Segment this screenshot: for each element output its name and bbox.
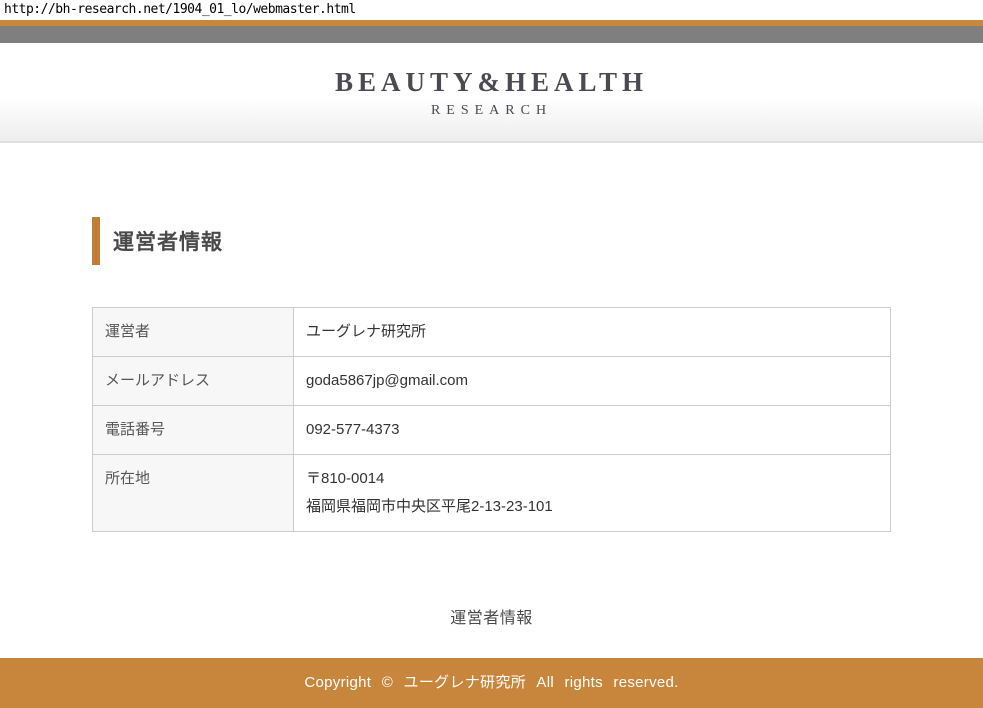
table-row-phone: 電話番号 092-577-4373 (93, 406, 891, 455)
row-value: 092-577-4373 (294, 406, 891, 455)
table-row-operator: 運営者 ユーグレナ研究所 (93, 308, 891, 357)
address-postal-code: 〒810-0014 (306, 465, 878, 493)
operator-info-table: 運営者 ユーグレナ研究所 メールアドレス goda5867jp@gmail.co… (92, 307, 891, 532)
site-logo: BEAUTY&HEALTH (0, 67, 983, 97)
page-title: 運営者情報 (92, 217, 891, 265)
table-row-email: メールアドレス goda5867jp@gmail.com (93, 357, 891, 406)
row-value: ユーグレナ研究所 (294, 308, 891, 357)
row-label: メールアドレス (93, 357, 294, 406)
row-value: goda5867jp@gmail.com (294, 357, 891, 406)
row-label: 電話番号 (93, 406, 294, 455)
table-row-address: 所在地 〒810-0014 福岡県福岡市中央区平尾2-13-23-101 (93, 455, 891, 532)
site-header: BEAUTY&HEALTH RESEARCH (0, 43, 983, 143)
row-label: 所在地 (93, 455, 294, 532)
copyright-text: Copyright © ユーグレナ研究所 All rights reserved… (0, 658, 983, 708)
main-content: 運営者情報 運営者 ユーグレナ研究所 メールアドレス goda5867jp@gm… (0, 143, 983, 658)
address-street: 福岡県福岡市中央区平尾2-13-23-101 (306, 493, 878, 521)
site-logo-subtitle: RESEARCH (0, 103, 983, 119)
row-value: 〒810-0014 福岡県福岡市中央区平尾2-13-23-101 (294, 455, 891, 532)
top-gray-bar (0, 26, 983, 43)
site-footer: Copyright © ユーグレナ研究所 All rights reserved… (0, 658, 983, 708)
footer-nav: 運営者情報 (92, 604, 891, 628)
row-label: 運営者 (93, 308, 294, 357)
footer-nav-link-operator-info[interactable]: 運営者情報 (450, 604, 533, 628)
page-url-text: http://bh-research.net/1904_01_lo/webmas… (0, 0, 983, 20)
